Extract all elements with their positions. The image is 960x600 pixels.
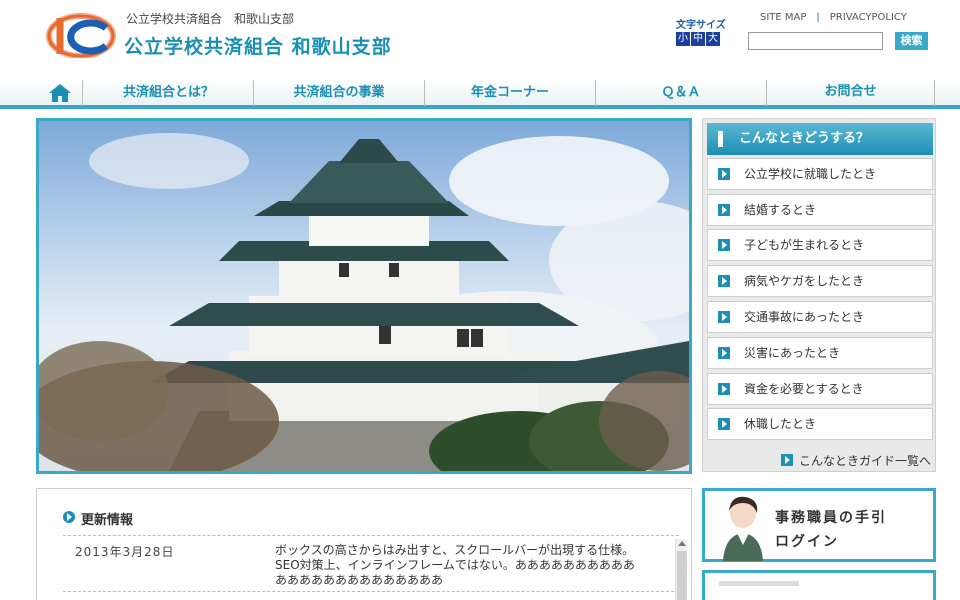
scroll-thumb[interactable] (677, 551, 687, 600)
guide-item-accident[interactable]: 交通事故にあったとき (707, 301, 933, 333)
guide-item-label: 公立学校に就職したとき (744, 167, 877, 181)
font-size-switcher: 小 中 大 (676, 32, 720, 46)
circle-arrow-icon (63, 511, 75, 523)
font-size-label: 文字サイズ (676, 20, 726, 31)
arrow-icon (718, 275, 730, 287)
nav-pension[interactable]: 年金コーナー (425, 80, 596, 106)
staff-manual-login: ログイン (775, 534, 839, 550)
divider (63, 535, 679, 536)
privacy-policy-link[interactable]: PRIVACYPOLICY (830, 12, 907, 23)
situation-guide-title: こんなときどうする？ (707, 123, 933, 155)
guide-item-label: 病気やケガをしたとき (744, 274, 865, 288)
font-size-large-button[interactable]: 大 (706, 32, 720, 46)
guide-item-label: 子どもが生まれるとき (744, 238, 865, 252)
news-scrollbar[interactable] (675, 539, 687, 600)
top-links: SITE MAP | PRIVACYPOLICY (760, 12, 907, 23)
guide-item-funds[interactable]: 資金を必要とするとき (707, 373, 933, 405)
arrow-icon (718, 204, 730, 216)
search-button[interactable]: 検索 (895, 32, 928, 50)
guide-item-label: 交通事故にあったとき (744, 310, 865, 324)
guide-item-label: 資金を必要とするとき (744, 382, 864, 396)
site-header: 公立学校共済組合 和歌山支部 公立学校共済組合 和歌山支部 文字サイズ 小 中 … (0, 0, 960, 80)
secondary-banner[interactable] (702, 570, 936, 600)
news-panel: 更新情報 2013年3月28日 ボックスの高さからはみ出すと、スクロールバーが出… (36, 488, 692, 600)
news-date: 2013年3月28日 (75, 545, 175, 559)
arrow-icon (718, 311, 730, 323)
font-size-medium-button[interactable]: 中 (691, 32, 705, 46)
staff-manual-title: 事務職員の手引 (775, 510, 887, 526)
arrow-icon (718, 418, 730, 430)
logo-icon[interactable] (46, 10, 116, 58)
guide-item-leave[interactable]: 休職したとき (707, 408, 933, 440)
arrow-icon (718, 168, 730, 180)
guide-item-label: 災害にあったとき (744, 346, 841, 360)
news-heading-label: 更新情報 (81, 513, 134, 528)
arrow-icon (718, 239, 730, 251)
guide-all-link[interactable]: こんなときガイド一覧へ (780, 452, 931, 469)
guide-item-illness[interactable]: 病気やケガをしたとき (707, 265, 933, 297)
search-input[interactable] (748, 32, 883, 50)
guide-item-employment[interactable]: 公立学校に就職したとき (707, 158, 933, 190)
castle-photo (39, 133, 689, 471)
news-heading: 更新情報 (63, 509, 133, 528)
main-nav: 共済組合とは？ 共済組合の事業 年金コーナー Ｑ＆Ａ お問合せ (0, 78, 960, 109)
nav-contact[interactable]: お問合せ (767, 80, 935, 106)
scroll-up-icon[interactable] (678, 541, 686, 546)
org-subtitle: 公立学校共済組合 和歌山支部 (126, 12, 295, 26)
link-separator: | (816, 12, 820, 23)
news-text[interactable]: ボックスの高さからはみ出すと、スクロールバーが出現する仕様。SEO対策上、インラ… (275, 543, 641, 588)
sitemap-link[interactable]: SITE MAP (760, 12, 806, 23)
nav-qa[interactable]: Ｑ＆Ａ (596, 80, 767, 106)
staff-manual-banner[interactable]: 事務職員の手引 ログイン (702, 488, 936, 562)
banner-placeholder (719, 581, 799, 586)
guide-item-disaster[interactable]: 災害にあったとき (707, 337, 933, 369)
guide-item-marriage[interactable]: 結婚するとき (707, 194, 933, 226)
font-size-small-button[interactable]: 小 (676, 32, 690, 46)
home-icon (48, 84, 71, 102)
guide-item-label: 結婚するとき (744, 203, 817, 217)
nav-about[interactable]: 共済組合とは？ (84, 80, 254, 106)
nav-home[interactable] (37, 80, 83, 106)
site-title[interactable]: 公立学校共済組合 和歌山支部 (124, 32, 392, 59)
guide-all-label: こんなときガイド一覧へ (798, 454, 931, 468)
arrow-icon (780, 454, 793, 466)
hero-image (36, 118, 692, 474)
arrow-icon (718, 347, 730, 359)
nav-services[interactable]: 共済組合の事業 (254, 80, 425, 106)
guide-item-label: 休職したとき (744, 417, 817, 431)
divider (63, 591, 679, 592)
arrow-icon (718, 383, 730, 395)
guide-item-childbirth[interactable]: 子どもが生まれるとき (707, 229, 933, 261)
staff-person-icon (723, 496, 763, 561)
situation-guide: こんなときどうする？ 公立学校に就職したとき 結婚するとき 子どもが生まれるとき… (702, 118, 936, 472)
